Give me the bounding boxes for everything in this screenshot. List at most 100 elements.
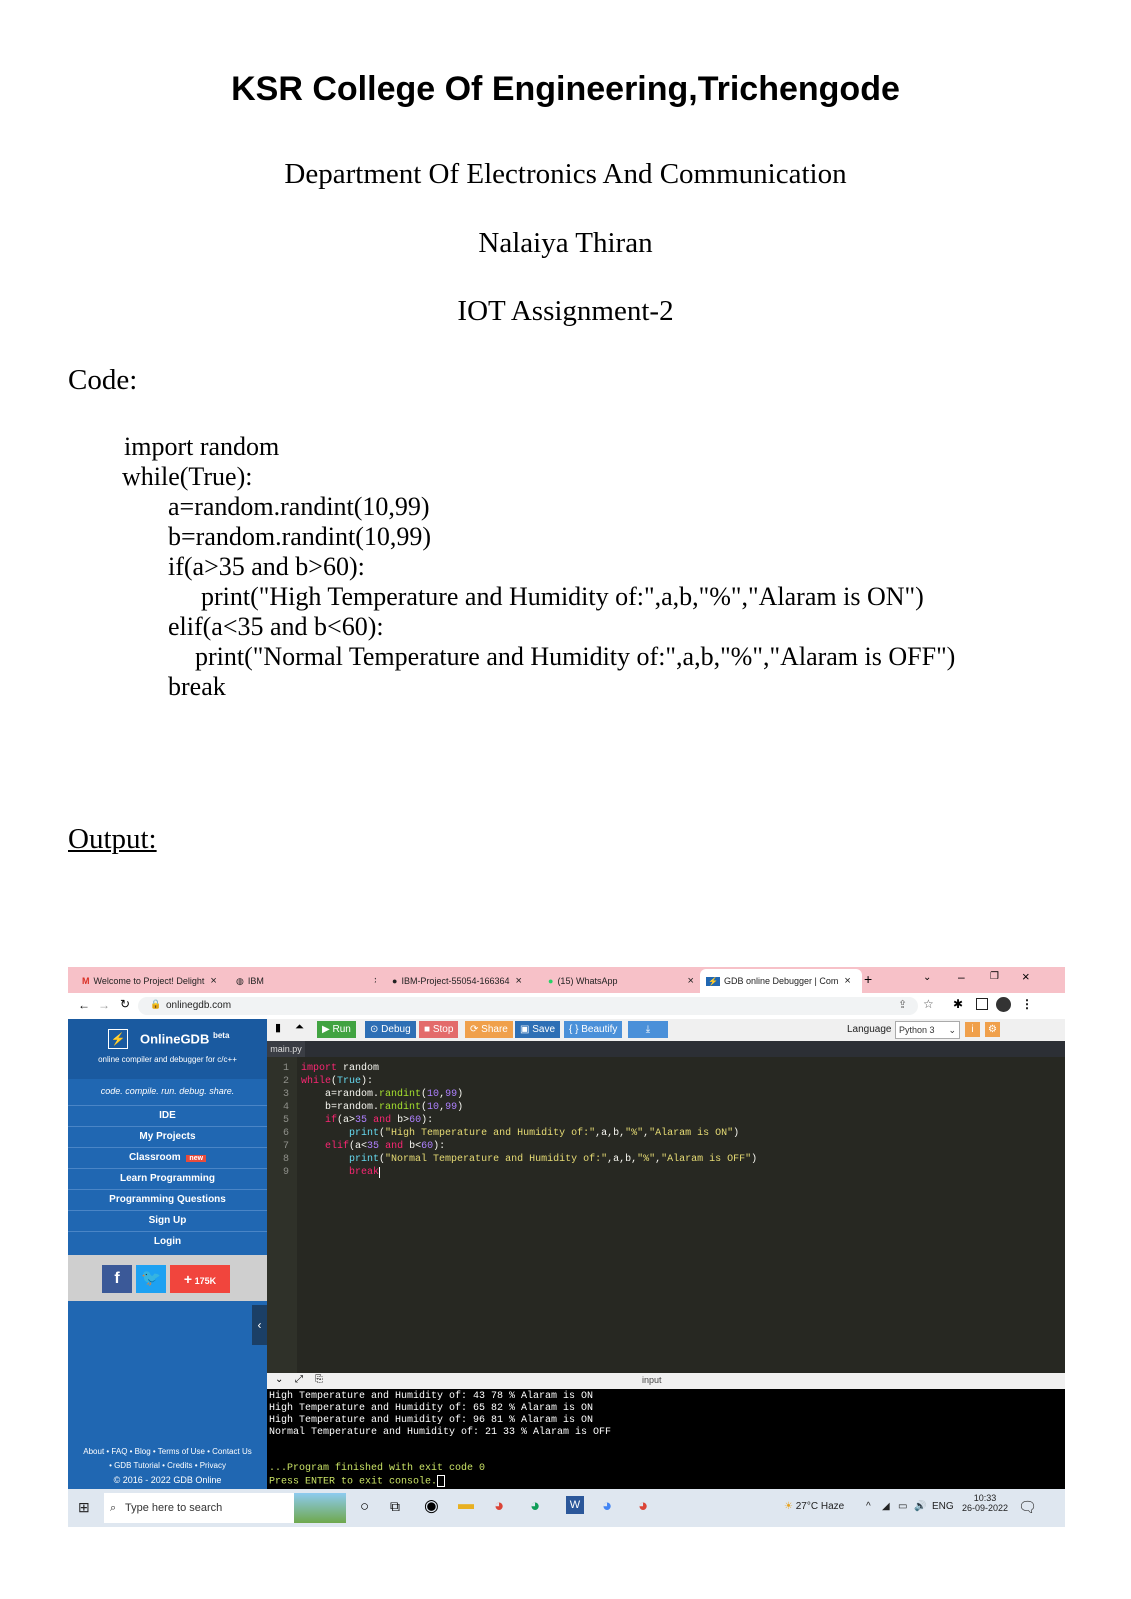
line-number: 5: [282, 1115, 289, 1126]
whatsapp-icon: ●: [548, 976, 554, 986]
sidebar-item-programming-questions[interactable]: Programming Questions: [68, 1189, 267, 1210]
chrome-icon[interactable]: ◕: [530, 1496, 540, 1516]
close-icon[interactable]: ×: [844, 975, 850, 987]
obs-icon[interactable]: ◉: [424, 1496, 439, 1516]
language-indicator[interactable]: ENG: [932, 1501, 954, 1512]
sidebar-item-login[interactable]: Login: [68, 1231, 267, 1252]
url-text: onlinegdb.com: [166, 1000, 232, 1011]
chevron-down-icon[interactable]: ⌄: [275, 1374, 283, 1385]
code-editor[interactable]: 1 2 3 4 5 6 7 8 9 import random while(Tr…: [267, 1057, 1065, 1373]
restore-icon[interactable]: ❐: [990, 971, 999, 982]
close-icon[interactable]: ×: [687, 975, 693, 987]
assignment-line: IOT Assignment-2: [457, 295, 674, 327]
address-bar-row: ← → ↻ 🔒 onlinegdb.com ⇪ ☆ ✱ ⋮: [68, 993, 1065, 1020]
globe-icon: ◍: [236, 975, 244, 986]
gdb-sidebar: ⚡ OnlineGDB beta online compiler and deb…: [68, 1019, 267, 1507]
footer-links[interactable]: • GDB Tutorial • Credits • Privacy: [68, 1461, 267, 1470]
windows-start-icon[interactable]: ⊞: [78, 1499, 90, 1516]
menu-dots-icon[interactable]: ⋮: [1021, 997, 1033, 1011]
forward-arrow-icon[interactable]: →: [98, 998, 110, 1012]
editor-code-line: if(a>35 and b>60):: [325, 1115, 434, 1126]
clock[interactable]: 10:33 26-09-2022: [960, 1493, 1010, 1513]
sidebar-item-classroom[interactable]: Classroom new: [68, 1147, 267, 1168]
gmail-icon: M: [82, 976, 90, 986]
browser-tab-active[interactable]: ⚡ GDB online Debugger | Com ×: [700, 969, 862, 993]
editor-code-line: break: [349, 1167, 381, 1178]
gear-icon[interactable]: ⚙: [985, 1022, 1000, 1037]
upload-icon[interactable]: ⏶: [295, 1021, 304, 1034]
stop-button[interactable]: ■ Stop: [419, 1021, 459, 1038]
notification-icon[interactable]: 🗨: [1018, 1498, 1037, 1516]
chrome-icon[interactable]: ◕: [494, 1496, 504, 1516]
collapse-sidebar-icon[interactable]: ‹: [252, 1305, 267, 1345]
language-select[interactable]: Python 3 ⌄: [895, 1021, 960, 1039]
share-button[interactable]: ⟳ Share: [465, 1021, 513, 1038]
info-icon[interactable]: i: [965, 1022, 980, 1037]
code-line: a=random.randint(10,99): [168, 492, 430, 521]
minimize-icon[interactable]: –: [958, 970, 965, 984]
download-icon[interactable]: ⤓: [628, 1021, 668, 1038]
editor-code-line: import random: [301, 1063, 380, 1074]
share-icon[interactable]: ⇪: [898, 998, 907, 1011]
landscape-widget-icon[interactable]: [294, 1493, 346, 1523]
line-number: 6: [282, 1128, 289, 1139]
run-button[interactable]: ▶ Run: [317, 1021, 356, 1038]
sidebar-item-learn-programming[interactable]: Learn Programming: [68, 1168, 267, 1189]
twitter-icon[interactable]: 🐦: [136, 1265, 166, 1293]
volume-icon[interactable]: 🔊: [914, 1501, 926, 1512]
reload-icon[interactable]: ↻: [120, 997, 130, 1011]
file-explorer-icon[interactable]: ▬: [458, 1496, 474, 1514]
lightning-logo-icon: ⚡: [108, 1029, 128, 1049]
task-view-icon[interactable]: ⧉: [390, 1498, 400, 1515]
share-count-button[interactable]: + 175K: [170, 1265, 230, 1293]
windows-taskbar: ⊞ ⌕ Type here to search ○ ⧉ ◉ ▬ ◕ ◕ W ◕ …: [68, 1489, 1065, 1527]
word-icon[interactable]: W: [566, 1496, 584, 1514]
back-arrow-icon[interactable]: ←: [78, 998, 90, 1012]
chevron-down-icon[interactable]: ⌄: [923, 972, 931, 983]
debug-button[interactable]: ⊙ Debug: [365, 1021, 416, 1038]
sidebar-item-my-projects[interactable]: My Projects: [68, 1126, 267, 1147]
io-panel-header: ⌄ ⤢ ⎘ input: [267, 1373, 1065, 1389]
browser-tab[interactable]: M Welcome to Project! Delight ×: [82, 971, 222, 991]
code-line: elif(a<35 and b<60):: [168, 612, 384, 641]
console-output[interactable]: High Temperature and Humidity of: 43 78 …: [267, 1389, 1065, 1489]
console-line: High Temperature and Humidity of: 65 82 …: [269, 1403, 594, 1414]
extensions-icon[interactable]: ✱: [953, 997, 963, 1011]
taskbar-search[interactable]: ⌕ Type here to search: [104, 1493, 294, 1523]
browser-tab[interactable]: ◍ IBM ×: [236, 971, 376, 991]
star-icon[interactable]: ☆: [923, 997, 934, 1011]
chrome-icon[interactable]: ◕: [638, 1496, 648, 1516]
new-file-icon[interactable]: ▮: [275, 1021, 281, 1034]
cortana-icon[interactable]: ○: [360, 1498, 369, 1515]
expand-icon[interactable]: ⤢: [295, 1374, 303, 1385]
footer-links[interactable]: About • FAQ • Blog • Terms of Use • Cont…: [68, 1447, 267, 1456]
browser-tab[interactable]: ● IBM-Project-55054-166364 ×: [392, 971, 542, 991]
code-line: print("High Temperature and Humidity of:…: [201, 582, 924, 611]
network-icon[interactable]: ◢: [882, 1501, 890, 1512]
avatar[interactable]: [996, 997, 1011, 1012]
save-button[interactable]: ▣ Save: [515, 1021, 561, 1038]
file-tab[interactable]: main.py: [267, 1041, 305, 1057]
close-icon[interactable]: ×: [210, 975, 216, 987]
sidepanel-icon[interactable]: [976, 998, 988, 1010]
chrome-icon[interactable]: ◕: [602, 1496, 612, 1516]
copy-icon[interactable]: ⎘: [315, 1374, 323, 1385]
facebook-icon[interactable]: f: [102, 1265, 132, 1293]
program-line: Nalaiya Thiran: [478, 227, 653, 259]
close-icon[interactable]: ×: [374, 975, 376, 987]
weather-widget[interactable]: ☀ 27°C Haze: [784, 1501, 844, 1512]
url-field[interactable]: 🔒 onlinegdb.com: [138, 997, 918, 1015]
beautify-button[interactable]: { } Beautify: [564, 1021, 623, 1038]
sun-icon: ☀: [784, 1501, 793, 1512]
code-line: if(a>35 and b>60):: [168, 552, 365, 581]
new-tab-button[interactable]: +: [864, 971, 872, 987]
code-line: import random: [124, 432, 280, 461]
browser-tab[interactable]: ● (15) WhatsApp ×: [548, 971, 698, 991]
sidebar-item-ide[interactable]: IDE: [68, 1105, 267, 1126]
battery-icon[interactable]: ▭: [898, 1501, 907, 1512]
chevron-up-icon[interactable]: ^: [866, 1501, 871, 1512]
browser-tab-label: GDB online Debugger | Com: [723, 976, 839, 986]
close-window-icon[interactable]: ×: [1022, 969, 1030, 984]
close-icon[interactable]: ×: [516, 975, 522, 987]
sidebar-item-sign-up[interactable]: Sign Up: [68, 1210, 267, 1231]
